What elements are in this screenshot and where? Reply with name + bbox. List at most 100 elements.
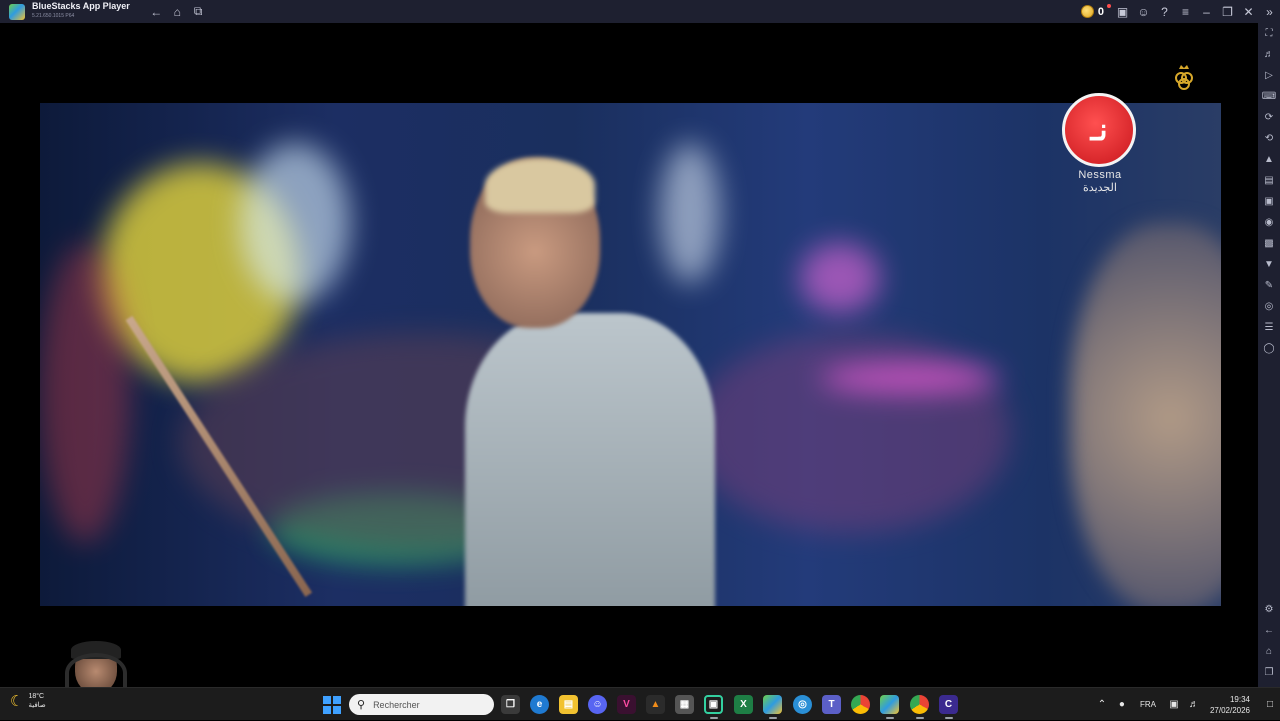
rotate-icon[interactable]: ⟳ <box>1258 107 1280 128</box>
volume-icon[interactable]: ♬ <box>1258 44 1280 65</box>
channel-name: Nessma <box>1078 169 1122 181</box>
minimize-icon[interactable]: – <box>1196 0 1217 23</box>
bluestacks-sidebar: ⛶ ♬ ▷ ⌨ ⟳ ⟲ ▲ ▤ ▣ ◉ ▩ ▼ ✎ ◎ ☰ ◯ ⚙ ← ⌂ ❐ <box>1258 23 1280 687</box>
screenshot-icon[interactable]: ▣ <box>1258 191 1280 212</box>
teams-icon[interactable]: T <box>822 695 841 714</box>
keyboard-icon[interactable]: ⌨ <box>1258 86 1280 107</box>
android-recents-icon[interactable]: ❐ <box>1258 662 1280 683</box>
app-title: BlueStacks App Player <box>32 1 130 11</box>
edge-browser-icon[interactable]: e <box>530 695 549 714</box>
weather-desc: صافية <box>28 702 46 709</box>
arcade-light-blob <box>240 143 350 303</box>
sidebar-bottom: ⚙ ← ⌂ ❐ <box>1258 599 1280 683</box>
globe-app-icon[interactable]: ◎ <box>793 695 812 714</box>
notification-bell-icon[interactable]: ▣ <box>1112 0 1133 23</box>
home-icon[interactable]: ⌂ <box>167 0 188 23</box>
weather-text: 18°C صافية <box>28 692 45 710</box>
channel-logo-disc: نـ <box>1062 93 1136 167</box>
bluestacks-logo-icon <box>9 3 25 20</box>
weather-widget[interactable]: ☾ 18°C صافية <box>10 692 46 710</box>
multi-instance-icon[interactable]: ⧉ <box>188 0 209 23</box>
weather-temp: 18°C <box>28 693 45 700</box>
macro-icon[interactable]: ◯ <box>1258 338 1280 359</box>
foreground-blur <box>1070 223 1221 606</box>
channel-name-arabic: الجديدة <box>1083 182 1117 194</box>
windows-taskbar: ☾ 18°C صافية ⚲ Rechercher ❐ e ▤ ☺ V ▲ ▦ … <box>0 687 1280 720</box>
coin-icon[interactable] <box>1080 5 1094 18</box>
bluestacks-x-icon[interactable] <box>880 695 899 714</box>
close-icon[interactable]: ✕ <box>1238 0 1259 23</box>
menu-icon[interactable]: ≡ <box>1175 0 1196 23</box>
active-indicator <box>886 717 894 719</box>
account-icon[interactable]: ☺ <box>1133 0 1154 23</box>
gamepad-icon[interactable]: ▲ <box>1258 149 1280 170</box>
light-blob <box>800 243 880 313</box>
active-indicator <box>710 717 718 719</box>
android-back-icon[interactable]: ← <box>1258 620 1280 641</box>
crowd-blob <box>690 333 1010 533</box>
system-tray: ⌃ ● FRA ▣ ♬ 19:34 27/02/2026 □ <box>1092 688 1280 721</box>
install-apk-icon[interactable]: ▼ <box>1258 254 1280 275</box>
input-language[interactable]: FRA <box>1140 700 1156 709</box>
neon-strip-blob <box>820 363 1000 393</box>
record-icon[interactable]: ◉ <box>1258 212 1280 233</box>
app-version: 5.21.650.1015 P64 <box>32 13 75 19</box>
taskbar-search[interactable]: ⚲ Rechercher <box>349 694 494 715</box>
microphone-icon[interactable]: ● <box>1112 699 1132 710</box>
person-body <box>465 313 715 606</box>
search-icon: ⚲ <box>357 699 366 711</box>
layers-icon[interactable]: ☰ <box>1258 317 1280 338</box>
arcade-light-blob <box>40 243 130 543</box>
capcut-icon[interactable]: C <box>939 695 958 714</box>
active-indicator <box>945 717 953 719</box>
clock-time: 19:34 <box>1229 694 1250 704</box>
video-player[interactable] <box>40 103 1221 606</box>
chrome-icon[interactable] <box>851 695 870 714</box>
active-indicator <box>916 717 924 719</box>
app-title-block: BlueStacks App Player 5.21.650.1015 P64 <box>32 2 130 21</box>
discord-icon[interactable]: ☺ <box>588 695 607 714</box>
show-hidden-icons-icon[interactable]: ⌃ <box>1092 699 1112 710</box>
fullscreen-icon[interactable]: ⛶ <box>1258 23 1280 44</box>
title-bar: BlueStacks App Player 5.21.650.1015 P64 … <box>0 0 1280 23</box>
speaker-icon[interactable]: ♬ <box>1184 699 1204 710</box>
bluestacks-taskbar-icon[interactable] <box>763 695 782 714</box>
network-icon[interactable]: ▣ <box>1164 699 1184 710</box>
crown-badge-icon <box>1175 65 1193 90</box>
coin-count: 0 <box>1097 5 1104 18</box>
android-home-icon[interactable]: ⌂ <box>1258 641 1280 662</box>
title-nav: ← ⌂ ⧉ <box>146 0 209 23</box>
task-view-icon[interactable]: ❐ <box>501 695 520 714</box>
brave-browser-icon[interactable]: ▲ <box>646 695 665 714</box>
notifications-icon[interactable]: □ <box>1260 699 1280 710</box>
chrome-profile-icon[interactable] <box>910 695 929 714</box>
eco-mode-icon[interactable]: ✎ <box>1258 275 1280 296</box>
title-right-controls: 0 ▣ ☺ ? ≡ – ❐ ✕ » <box>1080 0 1280 23</box>
help-icon[interactable]: ? <box>1154 0 1175 23</box>
emulator-screen[interactable]: نـ Nessma الجديدة <box>0 23 1258 687</box>
start-button[interactable] <box>323 696 341 714</box>
person-hair <box>485 158 595 213</box>
settings-gear-icon[interactable]: ⚙ <box>1258 599 1280 620</box>
sidebar-toggle-icon[interactable]: » <box>1259 0 1280 23</box>
excel-icon[interactable]: X <box>734 695 753 714</box>
video-app-icon[interactable]: V <box>617 695 636 714</box>
light-blob <box>660 143 720 283</box>
notification-dot <box>1107 3 1111 8</box>
clock[interactable]: 19:34 27/02/2026 <box>1210 694 1250 716</box>
performance-icon[interactable]: ▤ <box>1258 170 1280 191</box>
streaming-app-icon[interactable]: ▣ <box>704 695 723 714</box>
restore-icon[interactable]: ❐ <box>1217 0 1238 23</box>
file-explorer-icon[interactable]: ▤ <box>559 695 578 714</box>
active-indicator <box>769 717 777 719</box>
back-arrow-icon[interactable]: ← <box>146 0 167 23</box>
moon-icon: ☾ <box>10 693 24 710</box>
sync-icon[interactable]: ⟲ <box>1258 128 1280 149</box>
clock-date: 27/02/2026 <box>1209 705 1250 715</box>
calculator-icon[interactable]: ▦ <box>675 695 694 714</box>
media-manager-icon[interactable]: ▷ <box>1258 65 1280 86</box>
gallery-icon[interactable]: ▩ <box>1258 233 1280 254</box>
channel-logo: نـ Nessma الجديدة <box>1062 93 1138 198</box>
location-icon[interactable]: ◎ <box>1258 296 1280 317</box>
search-placeholder: Rechercher <box>373 699 420 710</box>
